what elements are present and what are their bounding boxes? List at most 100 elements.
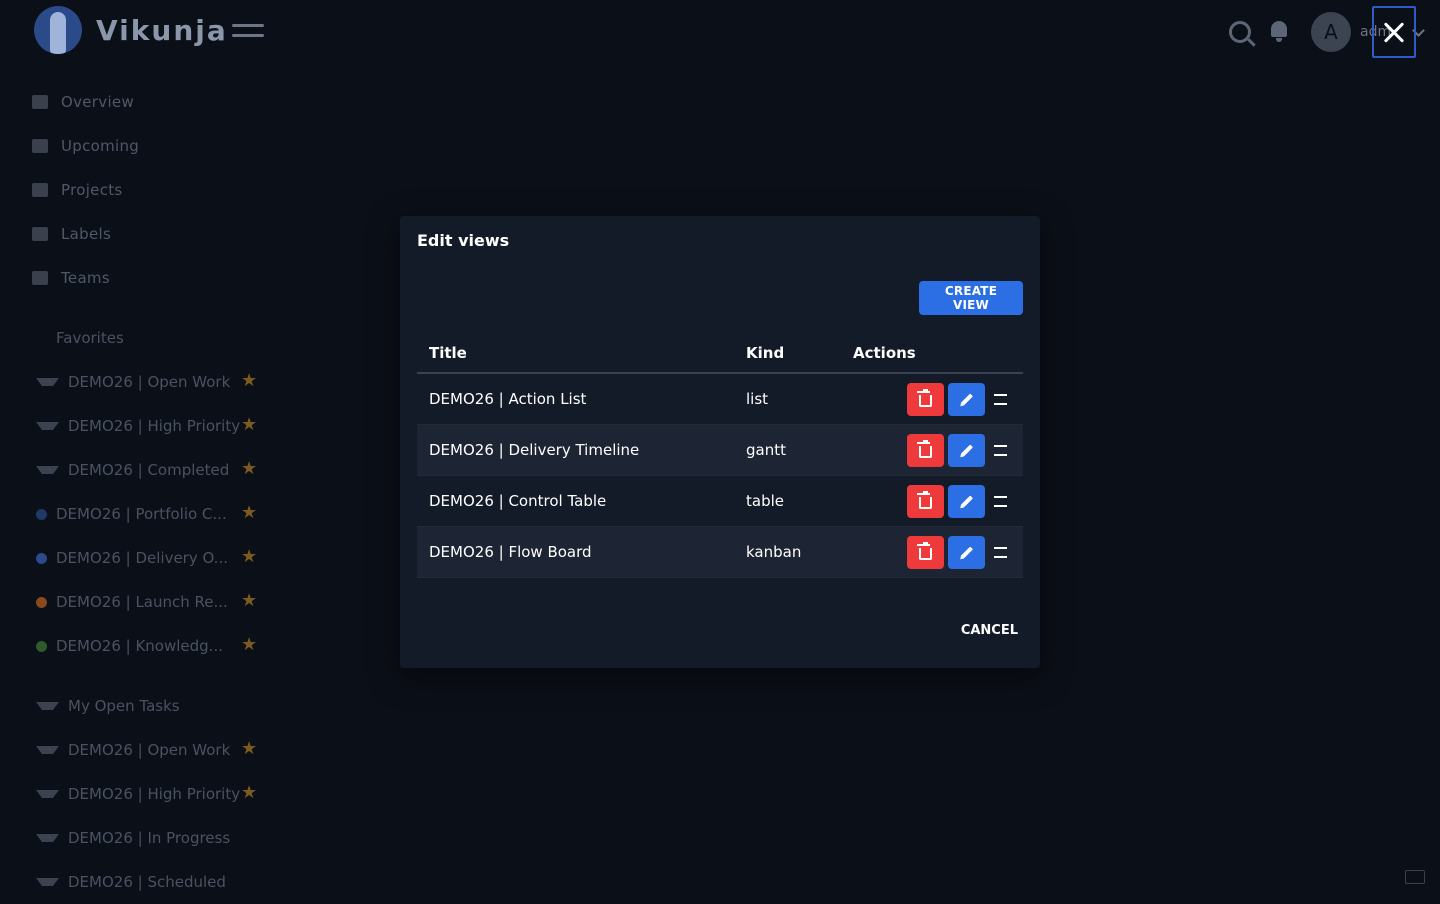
filter-icon <box>36 834 59 842</box>
delete-view-button[interactable] <box>907 382 944 416</box>
color-dot-icon <box>36 640 47 652</box>
view-title: DEMO26 | Action List <box>417 373 734 425</box>
view-kind: gantt <box>734 424 841 476</box>
star-icon[interactable]: ★ <box>241 504 257 522</box>
row-actions <box>841 526 1023 578</box>
filter-icon <box>36 746 59 754</box>
column-header-kind: Kind <box>734 333 841 374</box>
app-name: Vikunja <box>96 13 228 47</box>
star-icon[interactable]: ★ <box>241 636 257 654</box>
close-modal-button[interactable] <box>1372 6 1416 58</box>
calendar-icon <box>32 95 48 109</box>
project-item[interactable]: DEMO26 | Open Work ★ <box>36 360 268 404</box>
notifications-bell-icon[interactable] <box>1271 21 1287 42</box>
filter-icon <box>36 702 59 710</box>
delete-view-button[interactable] <box>907 433 944 467</box>
nav-item-labels[interactable]: Labels <box>32 212 139 256</box>
project-item[interactable]: DEMO26 | High Priority ★ <box>36 772 268 816</box>
pencil-icon <box>960 443 973 457</box>
delete-view-button[interactable] <box>907 484 944 518</box>
nav-item-teams[interactable]: Teams <box>32 256 139 300</box>
nav-item-projects[interactable]: Projects <box>32 168 139 212</box>
view-title: DEMO26 | Control Table <box>417 475 734 527</box>
drag-handle-icon[interactable] <box>994 546 1007 558</box>
view-kind: list <box>734 373 841 425</box>
filter-icon <box>36 878 59 886</box>
row-actions <box>841 424 1023 476</box>
keyboard-shortcuts-icon[interactable] <box>1405 870 1425 884</box>
filter-icon <box>36 790 59 798</box>
trash-icon <box>917 541 932 560</box>
pencil-icon <box>960 545 973 559</box>
star-icon[interactable]: ★ <box>241 784 257 802</box>
trash-icon <box>917 490 932 509</box>
drag-handle-icon[interactable] <box>994 495 1007 507</box>
star-icon[interactable]: ★ <box>241 548 257 566</box>
trash-icon <box>917 388 932 407</box>
filter-icon <box>36 422 59 430</box>
create-view-button[interactable]: CREATE VIEW <box>919 281 1023 315</box>
color-dot-icon <box>36 552 47 564</box>
modal-title: Edit views <box>417 231 510 250</box>
project-item[interactable]: DEMO26 | High Priority ★ <box>36 404 268 448</box>
project-item[interactable]: DEMO26 | Knowledg... ★ <box>36 624 268 668</box>
app-logo[interactable]: Vikunja <box>34 6 228 54</box>
my-tasks-list: My Open Tasks DEMO26 | Open Work ★ DEMO26… <box>36 684 268 904</box>
star-icon[interactable]: ★ <box>241 372 257 390</box>
filter-icon <box>36 378 59 386</box>
color-dot-icon <box>36 508 47 520</box>
star-icon[interactable]: ★ <box>241 592 257 610</box>
users-icon <box>32 271 48 285</box>
column-header-title: Title <box>417 333 734 374</box>
views-table: Title Kind Actions DEMO26 | Action List … <box>417 333 1023 578</box>
nav-item-upcoming[interactable]: Upcoming <box>32 124 139 168</box>
edit-view-button[interactable] <box>948 484 985 518</box>
project-item[interactable]: DEMO26 | Portfolio C... ★ <box>36 492 268 536</box>
view-kind: table <box>734 475 841 527</box>
favorites-heading: Favorites <box>56 329 124 347</box>
view-title: DEMO26 | Flow Board <box>417 526 734 578</box>
pencil-icon <box>960 392 973 406</box>
project-item[interactable]: DEMO26 | Completed ★ <box>36 448 268 492</box>
edit-view-button[interactable] <box>948 382 985 416</box>
color-dot-icon <box>36 596 47 608</box>
user-avatar[interactable]: A <box>1311 12 1351 52</box>
view-kind: kanban <box>734 526 841 578</box>
star-icon[interactable]: ★ <box>241 416 257 434</box>
project-item[interactable]: My Open Tasks <box>36 684 268 728</box>
drag-handle-icon[interactable] <box>994 444 1007 456</box>
search-icon[interactable] <box>1229 21 1251 43</box>
row-actions <box>841 373 1023 425</box>
nav-item-overview[interactable]: Overview <box>32 80 139 124</box>
edit-view-button[interactable] <box>948 433 985 467</box>
main-nav: Overview Upcoming Projects Labels Teams <box>32 80 139 300</box>
table-row: DEMO26 | Delivery Timeline gantt <box>417 424 1023 476</box>
drag-handle-icon[interactable] <box>994 393 1007 405</box>
project-item[interactable]: DEMO26 | Open Work ★ <box>36 728 268 772</box>
tags-icon <box>32 227 48 241</box>
project-item[interactable]: DEMO26 | In Progress <box>36 816 268 860</box>
filter-icon <box>36 466 59 474</box>
project-item[interactable]: DEMO26 | Launch Re... ★ <box>36 580 268 624</box>
cancel-button[interactable]: CANCEL <box>940 614 1030 646</box>
project-item[interactable]: DEMO26 | Scheduled <box>36 860 268 904</box>
view-title: DEMO26 | Delivery Timeline <box>417 424 734 476</box>
llama-logo-icon <box>34 6 82 54</box>
favorites-list: Favorites DEMO26 | Open Work ★ DEMO26 | H… <box>36 316 268 668</box>
table-row: DEMO26 | Flow Board kanban <box>417 526 1023 578</box>
table-row: DEMO26 | Action List list <box>417 373 1023 425</box>
project-item[interactable]: DEMO26 | Delivery O... ★ <box>36 536 268 580</box>
star-icon[interactable]: ★ <box>241 740 257 758</box>
menu-toggle-icon[interactable] <box>232 24 264 44</box>
trash-icon <box>917 439 932 458</box>
pencil-icon <box>960 494 973 508</box>
column-header-actions: Actions <box>841 333 1023 374</box>
table-header-row: Title Kind Actions <box>417 333 1023 374</box>
edit-views-modal: Edit views CREATE VIEW Title Kind Action… <box>400 216 1040 668</box>
edit-view-button[interactable] <box>948 535 985 569</box>
delete-view-button[interactable] <box>907 535 944 569</box>
calendar-grid-icon <box>32 139 48 153</box>
row-actions <box>841 475 1023 527</box>
layers-icon <box>32 183 48 197</box>
star-icon[interactable]: ★ <box>241 460 257 478</box>
